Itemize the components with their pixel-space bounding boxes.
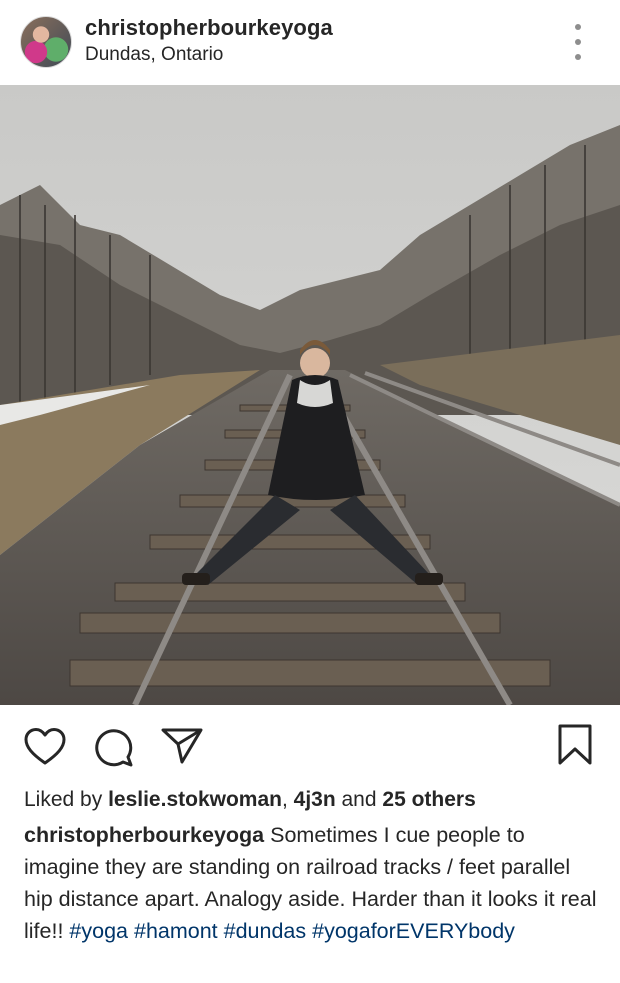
post-username[interactable]: christopherbourkeyoga (85, 15, 333, 41)
hashtag-link[interactable]: #yoga (69, 919, 128, 943)
post-location[interactable]: Dundas, Ontario (85, 44, 223, 66)
likes-others-link[interactable]: 25 others (382, 788, 475, 811)
likes-and: and (335, 788, 383, 811)
post-caption: christopherbourkeyoga Sometimes I cue pe… (24, 819, 602, 947)
caption-username[interactable]: christopherbourkeyoga (24, 823, 264, 847)
action-bar (0, 705, 620, 783)
likes-prefix: Liked by (24, 788, 109, 811)
bookmark-icon[interactable] (556, 723, 594, 767)
likes-separator: , (281, 788, 294, 811)
more-options-icon[interactable] (566, 24, 590, 60)
hashtag-link[interactable]: #hamont (134, 919, 218, 943)
comment-icon[interactable] (94, 727, 134, 767)
paper-plane-icon[interactable] (160, 727, 204, 765)
post-photo[interactable] (0, 85, 620, 705)
avatar[interactable] (20, 16, 72, 68)
likes-summary: Liked by leslie.stokwoman, 4j3n and 25 o… (24, 787, 604, 813)
liker-username-1[interactable]: leslie.stokwoman (108, 788, 282, 811)
post-header: christopherbourkeyoga Dundas, Ontario (0, 0, 620, 85)
liker-username-2[interactable]: 4j3n (294, 788, 336, 811)
heart-icon[interactable] (24, 727, 66, 767)
hashtag-link[interactable]: #dundas (224, 919, 307, 943)
post-photo-image (0, 85, 620, 705)
hashtag-link[interactable]: #yogaforEVERYbody (312, 919, 515, 943)
